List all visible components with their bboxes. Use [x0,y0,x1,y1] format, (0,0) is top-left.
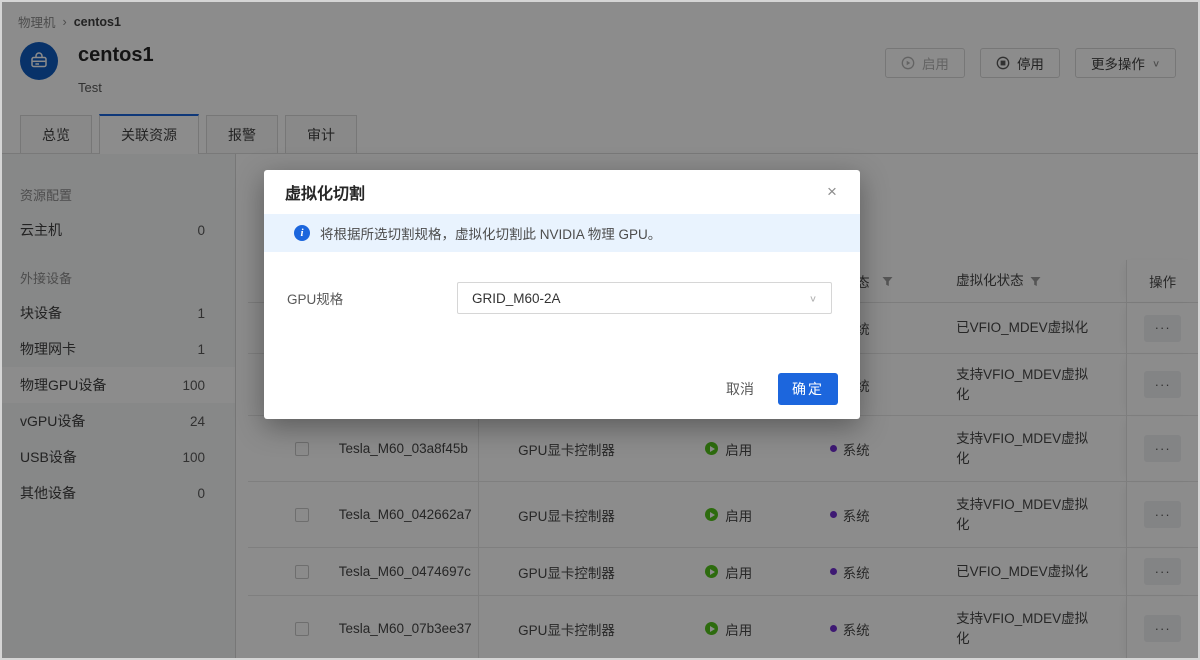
info-icon: i [294,225,310,241]
dialog-title: 虚拟化切割 [285,180,365,204]
info-banner: i 将根据所选切割规格，虚拟化切割此 NVIDIA 物理 GPU。 [264,214,860,252]
gpu-spec-select[interactable]: GRID_M60-2A ∨ [457,282,832,314]
gpu-spec-label: GPU规格 [287,288,457,308]
gpu-spec-selected-value: GRID_M60-2A [472,291,561,306]
cancel-button[interactable]: 取消 [726,379,754,399]
confirm-button[interactable]: 确定 [778,373,838,405]
dialog-form: GPU规格 GRID_M60-2A ∨ [264,252,860,314]
app-window: 物理机 › centos1 centos1 Test 启用 [0,0,1200,660]
dialog-footer: 取消 确定 [726,373,838,405]
close-icon[interactable]: × [820,180,844,204]
chevron-down-icon: ∨ [809,293,817,303]
dialog-header: 虚拟化切割 × [264,170,860,214]
info-text: 将根据所选切割规格，虚拟化切割此 NVIDIA 物理 GPU。 [320,223,661,243]
virtualization-slice-dialog: 虚拟化切割 × i 将根据所选切割规格，虚拟化切割此 NVIDIA 物理 GPU… [264,170,860,419]
